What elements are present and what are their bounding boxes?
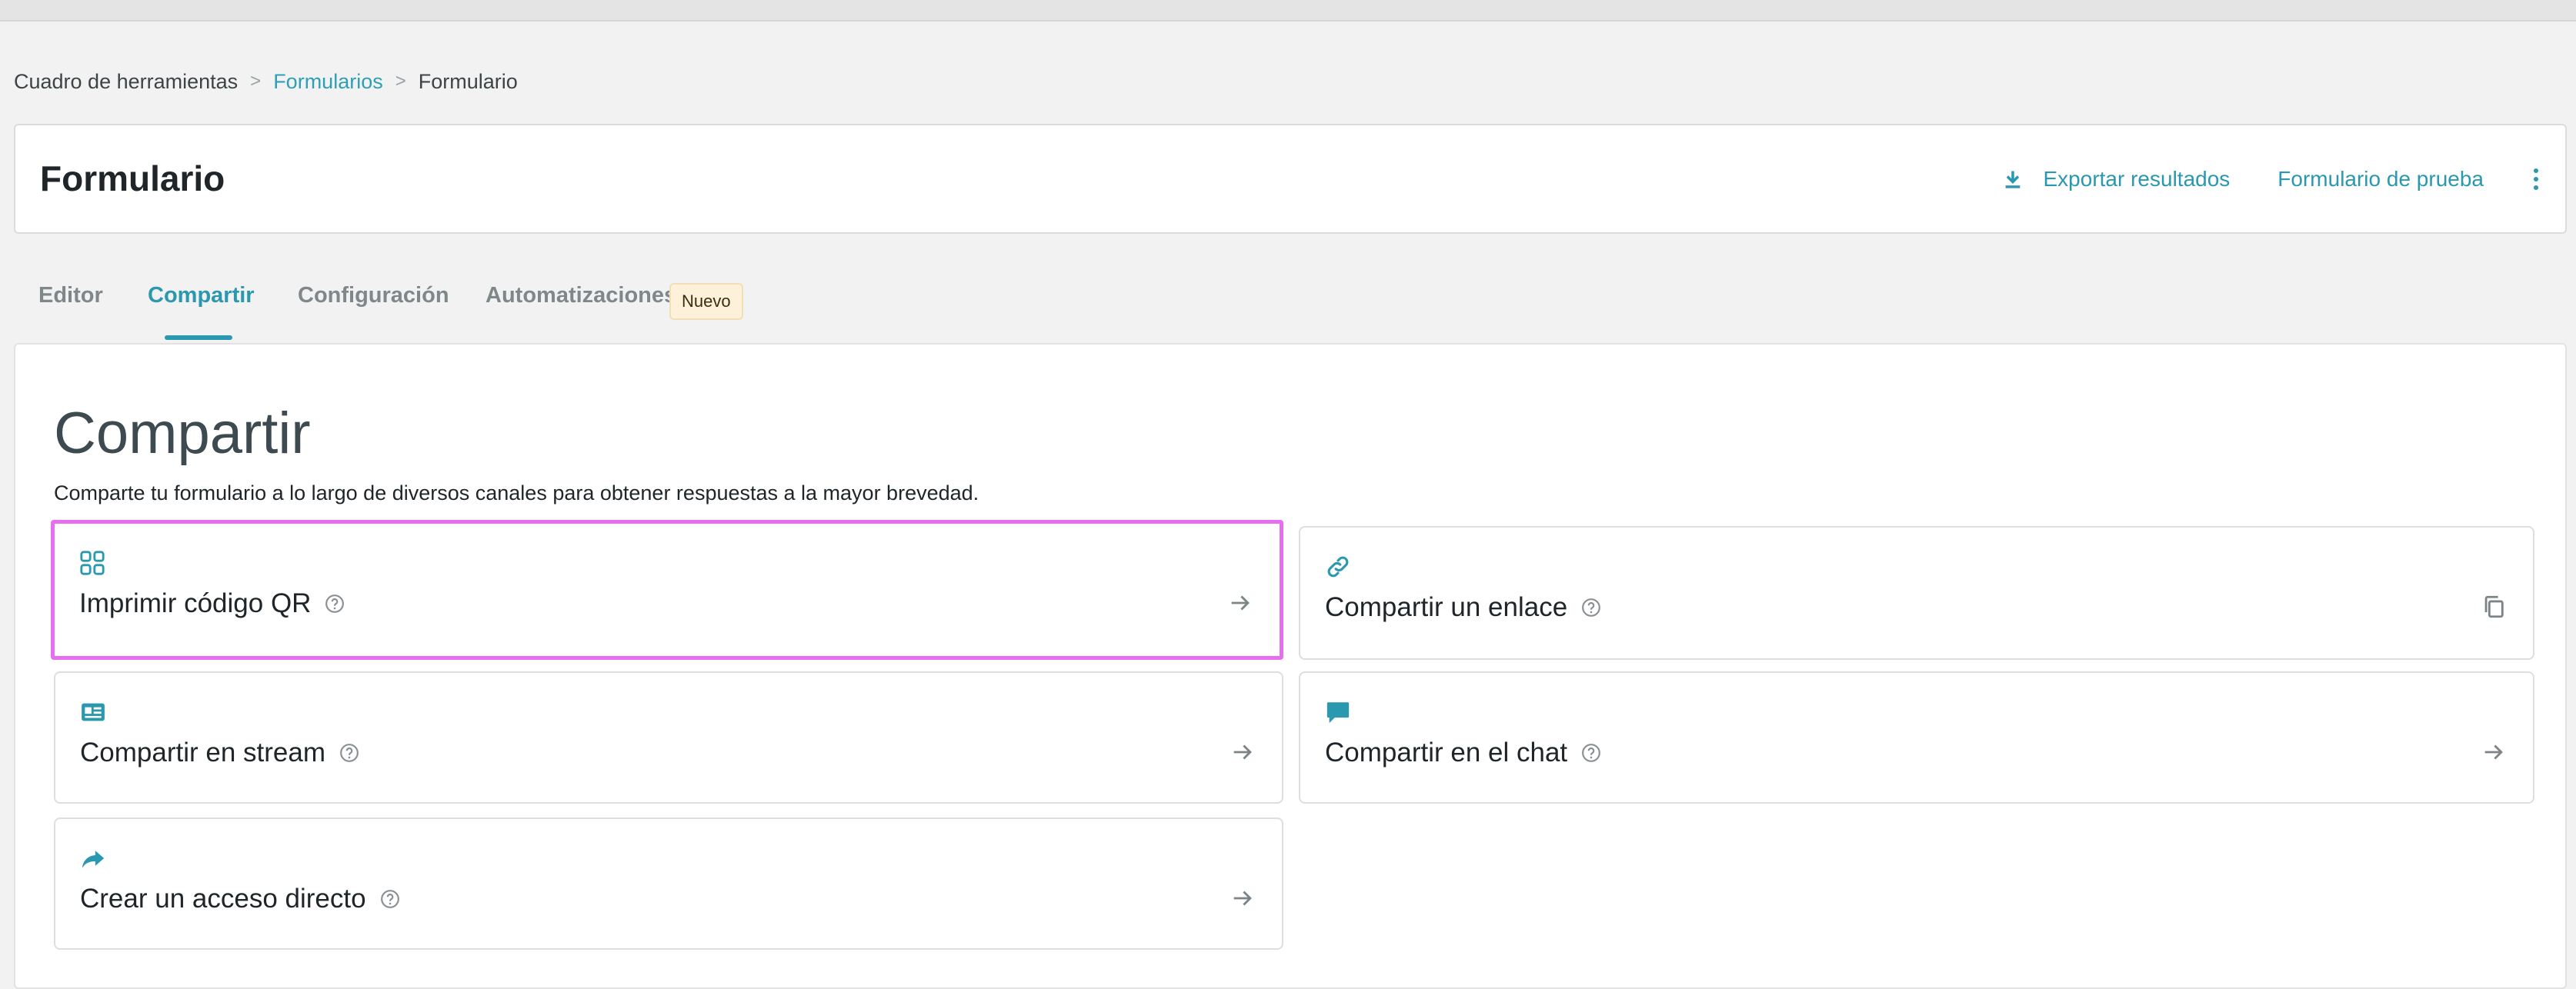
help-circle-icon[interactable] [325, 594, 345, 614]
tab-editor[interactable]: Editor [38, 283, 103, 329]
share-option-chat-label: Compartir en el chat [1325, 738, 1568, 768]
test-form-button[interactable]: Formulario de prueba [2277, 167, 2484, 191]
tab-automations[interactable]: Automatizaciones [486, 283, 676, 329]
share-option-qr[interactable]: Imprimir código QR [51, 520, 1283, 660]
breadcrumb-toolbox[interactable]: Cuadro de herramientas [14, 70, 238, 94]
tab-settings[interactable]: Configuración [298, 283, 449, 329]
breadcrumb-separator: > [395, 71, 406, 92]
share-option-stream[interactable]: Compartir en stream [54, 671, 1283, 804]
arrow-right-icon [1233, 891, 1252, 906]
tab-share-label: Compartir [148, 283, 255, 308]
section-description: Comparte tu formulario a lo largo de div… [54, 481, 979, 504]
qr-grid-icon [80, 551, 105, 575]
active-tab-indicator [165, 335, 232, 340]
share-panel: Compartir Comparte tu formulario a lo la… [14, 343, 2567, 989]
share-option-qr-label: Imprimir código QR [79, 588, 312, 618]
test-form-label: Formulario de prueba [2277, 167, 2484, 191]
share-option-chat[interactable]: Compartir en el chat [1299, 671, 2534, 804]
stream-card-icon [82, 703, 105, 721]
arrow-right-icon [1233, 744, 1252, 760]
form-header: Formulario Exportar resultados Formulari… [14, 124, 2567, 234]
download-icon [2005, 171, 2020, 188]
help-circle-icon[interactable] [1581, 743, 1601, 763]
help-circle-icon[interactable] [339, 743, 359, 763]
help-circle-icon[interactable] [380, 889, 400, 909]
tab-bar: Editor Compartir Configuración Automatiz… [14, 269, 937, 343]
share-option-link[interactable]: Compartir un enlace [1299, 526, 2534, 660]
share-option-label: Compartir un enlace [1325, 592, 1601, 623]
export-results-label: Exportar resultados [2043, 167, 2231, 191]
breadcrumb: Cuadro de herramientas > Formularios > F… [14, 66, 518, 97]
share-option-shortcut[interactable]: Crear un acceso directo [54, 818, 1283, 950]
header-actions: Exportar resultados Formulario de prueba [2002, 159, 2544, 199]
share-option-label: Crear un acceso directo [80, 884, 400, 914]
new-badge: Nuevo [669, 283, 743, 320]
arrow-right-icon [1231, 595, 1250, 611]
share-option-label: Imprimir código QR [79, 588, 345, 619]
copy-icon[interactable] [2481, 594, 2507, 620]
top-bar [0, 0, 2576, 22]
section-title: Compartir [54, 401, 311, 466]
link-icon [1327, 556, 1349, 578]
share-option-label: Compartir en el chat [1325, 738, 1601, 768]
breadcrumb-current: Formulario [418, 69, 518, 93]
share-option-label: Compartir en stream [80, 738, 359, 768]
more-vertical-icon[interactable] [2528, 164, 2544, 195]
breadcrumb-forms[interactable]: Formularios [273, 70, 383, 94]
share-option-shortcut-label: Crear un acceso directo [80, 884, 366, 914]
breadcrumb-separator: > [250, 71, 262, 92]
share-option-link-label: Compartir un enlace [1325, 592, 1568, 622]
page-title: Formulario [40, 158, 225, 198]
export-results-button[interactable]: Exportar resultados [2002, 167, 2231, 191]
help-circle-icon[interactable] [1581, 598, 1601, 618]
share-option-stream-label: Compartir en stream [80, 738, 325, 768]
share-arrow-icon [82, 851, 105, 868]
tab-share[interactable]: Compartir [148, 283, 255, 340]
arrow-right-icon [2484, 744, 2503, 760]
chat-bubble-icon [1326, 702, 1350, 724]
